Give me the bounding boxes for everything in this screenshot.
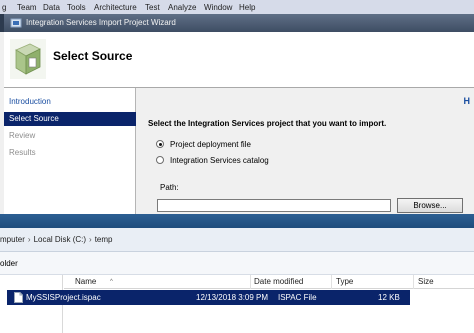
menu-item-test[interactable]: Test — [145, 3, 160, 12]
table-row[interactable]: MySSISProject.ispac 12/13/2018 3:09 PM I… — [7, 290, 410, 305]
option-integration-services-catalog[interactable]: Integration Services catalog — [156, 154, 269, 166]
menu-item-analyze[interactable]: Analyze — [168, 3, 196, 12]
menu-item-window[interactable]: Window — [204, 3, 232, 12]
breadcrumb-item[interactable]: Local Disk (C:) — [34, 235, 86, 244]
path-label: Path: — [160, 183, 179, 192]
menu-item-help[interactable]: Help — [239, 3, 255, 12]
menu-item-team[interactable]: Team — [17, 3, 37, 12]
menu-item-partial[interactable]: g — [2, 3, 6, 12]
column-label: Type — [336, 277, 354, 286]
wizard-nav: Introduction Select Source Review Result… — [4, 88, 136, 214]
file-size: 12 KB — [378, 293, 400, 302]
chevron-right-icon: › — [27, 235, 31, 244]
nav-item-review: Review — [9, 131, 36, 140]
help-icon[interactable]: H — [464, 96, 471, 106]
explorer-toolbar: older — [0, 252, 474, 275]
vs-menubar: g Team Data Tools Architecture Test Anal… — [0, 0, 474, 15]
explorer-titlebar[interactable] — [0, 214, 474, 228]
file-name[interactable]: MySSISProject.ispac — [26, 290, 101, 305]
menu-item-tools[interactable]: Tools — [67, 3, 86, 12]
column-label: Date modified — [254, 277, 304, 286]
column-headers: ^ Name Date modified Type Size — [64, 275, 474, 289]
chevron-right-icon: › — [89, 235, 92, 244]
breadcrumb-item[interactable]: mputer — [0, 235, 25, 244]
address-bar[interactable]: mputer › Local Disk (C:) › temp — [0, 228, 474, 252]
instruction-text: Select the Integration Services project … — [148, 119, 387, 128]
wizard-banner-icon — [10, 39, 46, 79]
file-type: ISPAC File — [278, 293, 317, 302]
option-label[interactable]: Project deployment file — [170, 140, 251, 149]
nav-item-select-source[interactable]: Select Source — [4, 112, 136, 126]
column-header-type[interactable]: Type — [332, 275, 414, 289]
option-label[interactable]: Integration Services catalog — [170, 156, 269, 165]
column-label: Name — [75, 277, 97, 286]
file-explorer-window: mputer › Local Disk (C:) › temp older ^ Name… — [0, 214, 474, 333]
file-icon — [14, 292, 23, 303]
nav-item-results: Results — [9, 148, 36, 157]
new-folder-button[interactable]: older — [0, 259, 18, 268]
file-date-modified: 12/13/2018 3:09 PM — [196, 293, 269, 302]
column-header-size[interactable]: Size — [414, 275, 474, 289]
wizard-content: H Select the Integration Services projec… — [137, 88, 474, 214]
option-project-deployment-file[interactable]: Project deployment file — [156, 138, 251, 150]
nav-item-introduction[interactable]: Introduction — [4, 95, 136, 109]
column-label: Size — [418, 277, 434, 286]
wizard-title: Integration Services Import Project Wiza… — [26, 18, 176, 27]
column-header-date-modified[interactable]: Date modified — [250, 275, 332, 289]
column-header-name[interactable]: ^ Name — [71, 275, 251, 289]
menu-item-data[interactable]: Data — [43, 3, 60, 12]
path-input[interactable] — [157, 199, 391, 212]
breadcrumb-item[interactable]: temp — [95, 235, 113, 244]
wizard-header: Select Source — [4, 32, 474, 88]
sort-up-icon: ^ — [110, 279, 113, 285]
radio-button-checked[interactable] — [156, 140, 164, 148]
radio-button[interactable] — [156, 156, 164, 164]
wizard-titlebar[interactable]: Integration Services Import Project Wiza… — [0, 14, 474, 32]
breadcrumb: mputer › Local Disk (C:) › temp — [0, 235, 113, 244]
page-title: Select Source — [53, 49, 133, 63]
import-project-wizard: Integration Services Import Project Wiza… — [0, 14, 474, 214]
menu-item-architecture[interactable]: Architecture — [94, 3, 137, 12]
wizard-app-icon — [10, 18, 22, 28]
browse-button[interactable]: Browse... — [397, 198, 463, 213]
